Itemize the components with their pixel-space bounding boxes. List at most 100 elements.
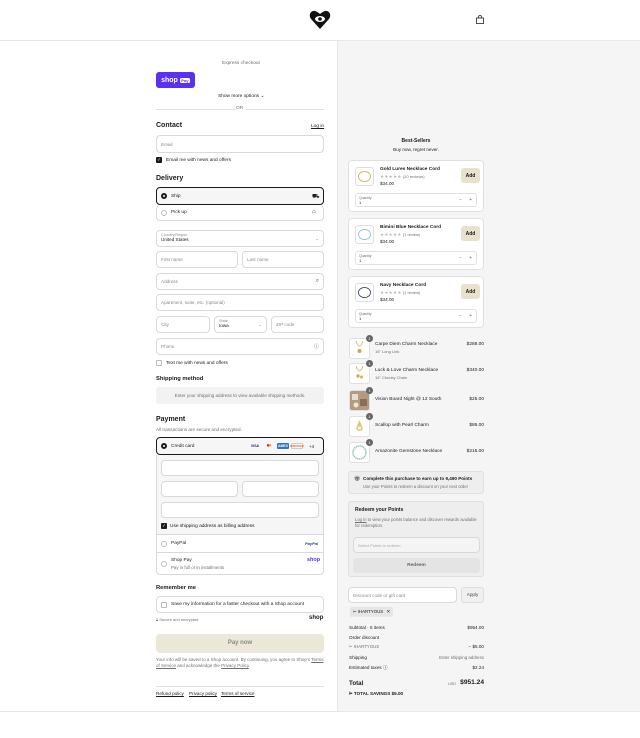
quantity-stepper[interactable]: Quantity 1 − + [355, 309, 477, 323]
card-expiry-field[interactable] [161, 481, 238, 497]
points-banner: 🎁︎ Complete this purchase to earn up to … [348, 471, 484, 494]
bestseller-card: Bimini Blue Necklace Cord ★★★★★ (1 revie… [348, 218, 484, 270]
close-icon[interactable]: ✕ [386, 609, 390, 614]
tag-icon: ⌲ [349, 644, 353, 649]
zip-field[interactable]: ZIP code [271, 316, 324, 333]
product-rating: ★★★★★ (20 reviews) [380, 174, 425, 180]
paypal-logo: PayPal [305, 541, 319, 546]
add-button[interactable]: Add [461, 168, 480, 183]
footer-divider [0, 711, 640, 712]
gift-icon: 🎁︎ [354, 476, 361, 482]
quantity-badge: 1 [366, 360, 373, 367]
paypal-radio[interactable] [161, 541, 167, 547]
tag-icon: ⌲ [353, 609, 357, 614]
discount-code-field[interactable]: Discount code or gift card [348, 587, 457, 603]
shop-pay-radio[interactable] [161, 561, 167, 567]
shop-pay-option[interactable]: Shop Pay Pay in full or in installments … [156, 552, 324, 575]
credit-card-radio[interactable] [161, 443, 167, 449]
add-button[interactable]: Add [461, 284, 480, 299]
delivery-heading: Delivery [156, 175, 184, 182]
card-cvv-field[interactable] [242, 481, 319, 497]
pickup-radio[interactable] [161, 210, 167, 216]
save-info-checkbox[interactable] [161, 602, 167, 608]
legal-line1: Your info will be saved to a Shop accoun… [156, 657, 311, 662]
shop-pay-express-button[interactable]: shop Pay [156, 72, 195, 88]
state-select[interactable]: State Iowa ⌄ [214, 316, 267, 333]
email-field[interactable]: Email [156, 135, 324, 153]
country-value: United States [161, 237, 189, 242]
privacy-policy-link[interactable]: Privacy policy [189, 691, 217, 696]
last-name-field[interactable]: Last name [242, 251, 324, 268]
email-news-checkbox[interactable]: ✓ [156, 157, 162, 163]
redeem-title: Redeem your Points [355, 507, 404, 513]
paypal-option[interactable]: PayPal PayPal [156, 534, 324, 553]
shop-pay-label: Shop Pay [171, 558, 192, 563]
product-name: Bimini Blue Necklace Cord [380, 225, 442, 230]
card-name-field[interactable] [161, 502, 319, 518]
remember-me-box: Save my information for a faster checkou… [156, 596, 324, 613]
billing-checkbox[interactable]: ✓ [161, 523, 167, 529]
minus-icon[interactable]: − [459, 255, 462, 261]
redeem-button[interactable]: Redeem [353, 558, 480, 573]
address-field[interactable]: Address ⌕ [156, 273, 324, 290]
cart-item-price: $215.00 [466, 449, 484, 454]
apply-button[interactable]: Apply [461, 587, 484, 603]
ship-radio[interactable] [161, 193, 167, 199]
order-discount-code-text: IHARTYOUS [353, 644, 380, 649]
shipping-method-heading: Shipping method [156, 376, 204, 382]
divider-left [156, 109, 236, 110]
credit-card-option[interactable]: Credit card VISA ● ● AMEX DISCOVER +4 [156, 437, 324, 455]
shipping-value: Enter shipping address [439, 655, 484, 660]
redeem-points-select[interactable]: Select Points to redeem [353, 537, 480, 553]
cart-item-name: Luck & Love Charm Necklace [375, 368, 439, 373]
quantity-stepper[interactable]: Quantity 1 − + [355, 193, 477, 207]
login-link[interactable]: Log in [311, 124, 324, 129]
credit-card-label: Credit card [171, 444, 195, 449]
first-name-field[interactable]: First name [156, 251, 238, 268]
state-value: Iowa [219, 323, 229, 328]
apartment-field[interactable]: Apartment, suite, etc. (optional) [156, 294, 324, 311]
phone-field[interactable]: Phone ⓘ [156, 338, 324, 355]
help-icon[interactable]: ⓘ [314, 343, 319, 350]
card-number-field[interactable] [161, 460, 319, 476]
save-info-label: Save my information for a faster checkou… [171, 602, 305, 607]
bestsellers-title: Best-Sellers [401, 138, 431, 144]
shopping-bag-icon[interactable] [476, 15, 484, 24]
sms-checkbox[interactable] [156, 360, 162, 366]
plus-icon[interactable]: + [469, 255, 472, 261]
pickup-label: Pick up [171, 210, 187, 215]
shop-pay-badge: Pay [179, 77, 190, 83]
ship-option[interactable]: Ship ⛟ [156, 187, 324, 205]
pickup-option[interactable]: Pick up ⌂ [156, 205, 324, 221]
redeem-login-link[interactable]: Log in [355, 517, 366, 522]
add-button[interactable]: Add [461, 226, 480, 241]
heart-eye-logo-icon[interactable] [309, 10, 331, 30]
cart-item-variant: 16" Long Link [375, 349, 400, 354]
help-icon[interactable]: ⓘ [383, 665, 388, 670]
product-rating: ★★★★★ (1 review) [380, 232, 420, 238]
email-news-label: Email me with news and offers [166, 158, 231, 163]
city-field[interactable]: City [156, 316, 210, 333]
quantity-stepper[interactable]: Quantity 1 − + [355, 251, 477, 265]
cart-item-name: Amazonite Gemstone Necklace [375, 449, 443, 454]
country-select[interactable]: Country/Region United States ⌄ [156, 230, 324, 247]
cart-item-name: Carpe Diem Charm Necklace [375, 342, 438, 347]
points-banner-title: Complete this purchase to earn up to 9,4… [363, 476, 473, 481]
shop-pay-sub: Pay in full or in installments [171, 565, 225, 570]
product-price: $34.00 [380, 181, 395, 186]
order-discount-label: Order discount [349, 635, 380, 640]
pay-now-button[interactable]: Pay now [156, 634, 324, 653]
phone-placeholder: Phone [161, 344, 175, 349]
minus-icon[interactable]: − [459, 313, 462, 319]
show-more-options-link[interactable]: Show more options ⌄ [218, 94, 264, 99]
terms-of-service-link[interactable]: Terms of service [221, 691, 254, 696]
show-more-options-label: Show more options [218, 94, 260, 99]
secure-encrypted-label: 🔒︎ Secure and encrypted [156, 617, 198, 622]
product-price: $34.00 [380, 297, 395, 302]
minus-icon[interactable]: − [459, 197, 462, 203]
refund-policy-link[interactable]: Refund policy [156, 691, 184, 696]
privacy-link[interactable]: Privacy Policy [221, 663, 249, 668]
total-label: Total [349, 680, 364, 687]
plus-icon[interactable]: + [469, 313, 472, 319]
plus-icon[interactable]: + [469, 197, 472, 203]
